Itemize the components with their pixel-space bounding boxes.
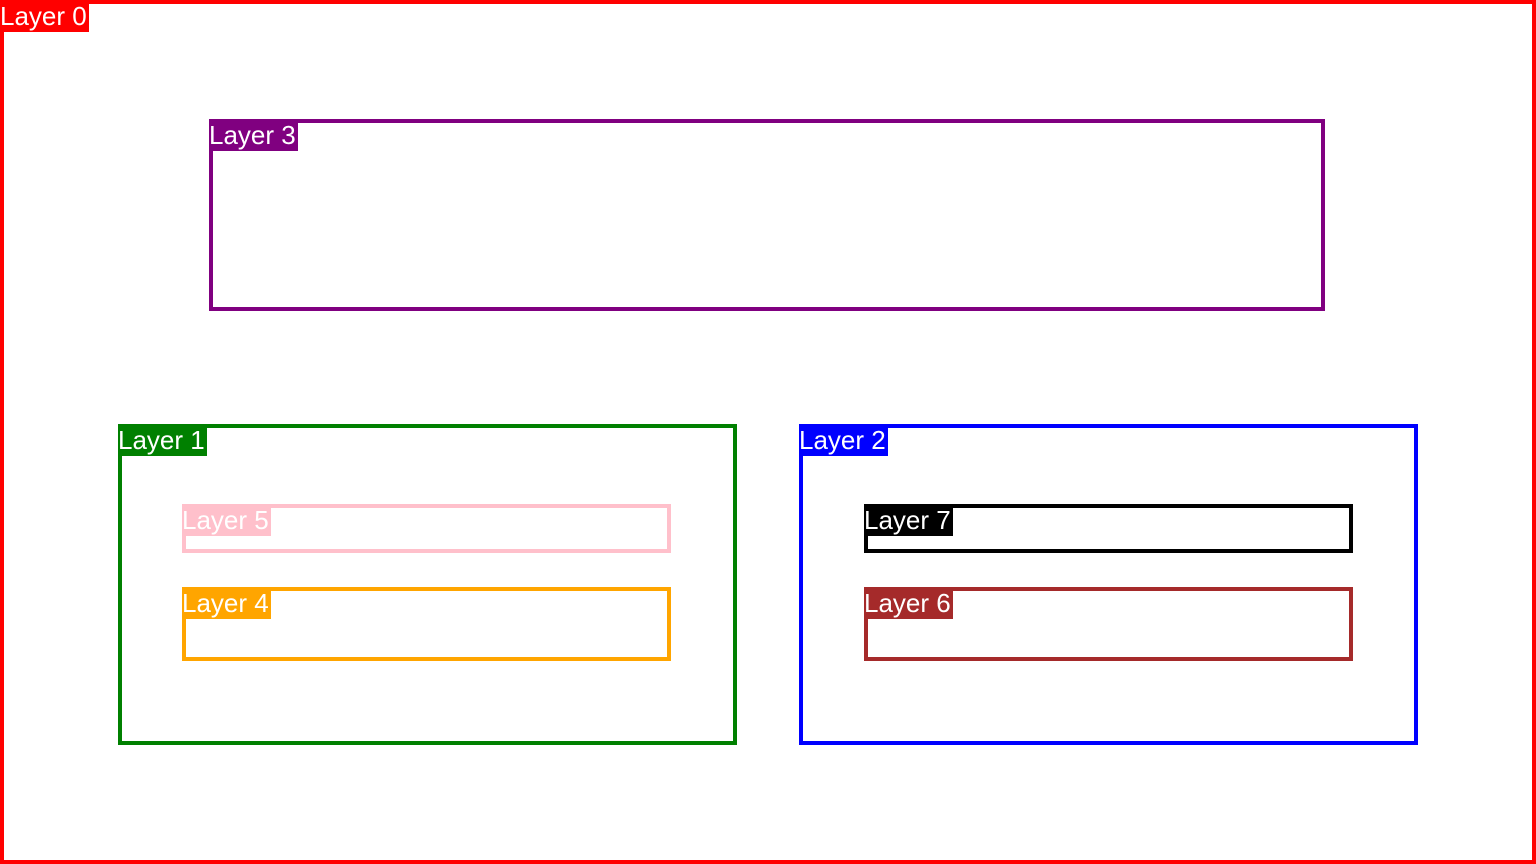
layer-3-box: Layer 3 bbox=[209, 119, 1325, 311]
layer-4-box: Layer 4 bbox=[182, 587, 671, 661]
layer-4-label: Layer 4 bbox=[182, 587, 271, 619]
layer-3-label: Layer 3 bbox=[209, 119, 298, 151]
layer-0-label: Layer 0 bbox=[0, 0, 89, 32]
layer-5-box: Layer 5 bbox=[182, 504, 671, 553]
layer-6-box: Layer 6 bbox=[864, 587, 1353, 661]
layer-7-box: Layer 7 bbox=[864, 504, 1353, 553]
layer-2-label: Layer 2 bbox=[799, 424, 888, 456]
layer-7-label: Layer 7 bbox=[864, 504, 953, 536]
layer-2-box: Layer 2 bbox=[799, 424, 1418, 745]
layer-6-label: Layer 6 bbox=[864, 587, 953, 619]
layer-1-label: Layer 1 bbox=[118, 424, 207, 456]
layer-diagram: Layer 0 Layer 3 Layer 1 Layer 5 Layer 4 … bbox=[0, 0, 1536, 864]
layer-5-label: Layer 5 bbox=[182, 504, 271, 536]
layer-1-box: Layer 1 bbox=[118, 424, 737, 745]
